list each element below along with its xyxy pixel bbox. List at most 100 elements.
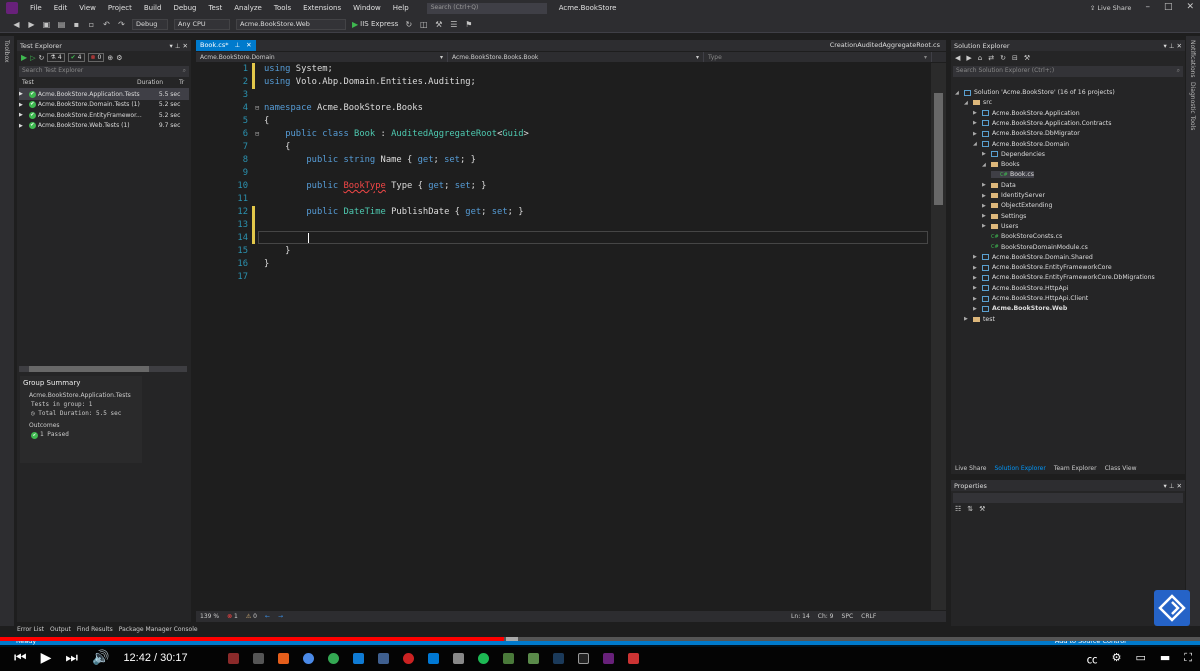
collapsed-arrow-icon[interactable]: ▶ <box>973 120 979 126</box>
solution-tree-item[interactable]: ▶ Users <box>982 223 1018 230</box>
expand-arrow-icon[interactable]: ▶ <box>19 102 23 108</box>
expanded-arrow-icon[interactable]: ◢ <box>955 90 961 96</box>
undo-icon[interactable]: ↶ <box>102 20 111 29</box>
solution-tree-item[interactable]: ▶ Acme.BookStore.EntityFrameworkCore.DbMi… <box>973 274 1155 281</box>
zoom-level[interactable]: 139 % <box>200 613 219 620</box>
theater-icon[interactable]: ▬ <box>1160 651 1170 667</box>
refresh-icon[interactable]: ↻ <box>404 20 413 29</box>
solution-tree-item[interactable]: ▶ test <box>964 316 995 323</box>
menu-test[interactable]: Test <box>202 4 228 12</box>
close-icon[interactable]: ✕ <box>183 42 188 50</box>
platform-select[interactable]: Any CPU <box>174 18 230 30</box>
code-editor[interactable]: 1 using System; 2 using Volo.Abp.Domain.En… <box>196 63 931 610</box>
collapsed-arrow-icon[interactable]: ▶ <box>982 193 988 199</box>
nav-back-icon[interactable]: ← <box>265 613 270 620</box>
type-nav-select[interactable]: Acme.BookStore.Books.Book ▾ <box>448 52 704 62</box>
scrollbar-thumb[interactable] <box>934 93 943 205</box>
solution-tree-item[interactable]: ▶ Settings <box>982 213 1026 220</box>
passed-tests-badge[interactable]: ✔ 4 <box>67 53 85 62</box>
solution-tree-item[interactable]: ▶ Acme.BookStore.HttpApi.Client <box>973 295 1088 302</box>
diagnostic-tools-tab[interactable]: Diagnostic Tools <box>1189 82 1196 130</box>
live-share-button[interactable]: ⇪ Live Share <box>1090 4 1132 12</box>
menu-debug[interactable]: Debug <box>167 4 202 12</box>
solution-tree-item[interactable]: C# BookStoreDomainModule.cs <box>982 244 1088 251</box>
tool-icon[interactable]: ⚒ <box>434 20 443 29</box>
next-icon[interactable]: ⏭ <box>65 650 78 666</box>
collapsed-arrow-icon[interactable]: ▶ <box>982 213 988 219</box>
tab-book-cs[interactable]: Book.cs* ⊥ ✕ <box>196 40 256 51</box>
solution-search-input[interactable]: Search Solution Explorer (Ctrl+;) ⌕ <box>953 66 1183 77</box>
expanded-arrow-icon[interactable]: ◢ <box>964 100 970 106</box>
settings-icon[interactable]: ⚙ <box>116 54 122 62</box>
menu-project[interactable]: Project <box>102 4 138 12</box>
pin-icon[interactable]: ⊥ <box>1169 42 1177 50</box>
minimize-icon[interactable]: – <box>1145 2 1150 12</box>
tab-output[interactable]: Output <box>50 626 71 636</box>
sync-icon[interactable]: ⇄ <box>988 54 994 62</box>
collapsed-arrow-icon[interactable]: ▶ <box>964 316 970 322</box>
volume-icon[interactable]: 🔊 <box>92 650 109 666</box>
close-tab-icon[interactable]: ✕ <box>246 41 251 50</box>
close-icon[interactable]: ✕ <box>1177 482 1182 490</box>
menu-analyze[interactable]: Analyze <box>228 4 268 12</box>
solution-tree-item[interactable]: ◢ Acme.BookStore.Domain <box>973 141 1069 148</box>
error-count-button[interactable]: ⊗ 1 <box>227 613 238 620</box>
save-icon[interactable]: ▪ <box>72 20 81 29</box>
collapse-icon[interactable]: ⊟ <box>255 128 259 141</box>
tab-find-results[interactable]: Find Results <box>77 626 113 636</box>
menu-build[interactable]: Build <box>138 4 168 12</box>
member-nav-select[interactable]: Type ▾ <box>704 52 932 62</box>
pin-icon[interactable]: ⊥ <box>1169 482 1177 490</box>
tab-live-share[interactable]: Live Share <box>951 464 990 474</box>
tab-creation-audited-aggregate-root[interactable]: CreationAuditedAggregateRoot.cs <box>824 40 946 51</box>
notifications-tab[interactable]: Notifications <box>1189 40 1196 78</box>
close-icon[interactable]: ✕ <box>1186 2 1194 12</box>
solution-tree-item[interactable]: C# Book.cs <box>991 171 1034 179</box>
collapsed-arrow-icon[interactable]: ▶ <box>973 306 979 312</box>
filter-icon[interactable]: ⊕ <box>107 54 113 62</box>
collapsed-arrow-icon[interactable]: ▶ <box>973 254 979 260</box>
comment-icon[interactable]: ☰ <box>449 20 458 29</box>
run-button[interactable]: ▶ IIS Express <box>352 20 398 29</box>
menu-view[interactable]: View <box>73 4 102 12</box>
run-all-icon[interactable]: ▶ <box>21 53 27 62</box>
test-row[interactable]: ▶ ✔ Acme.BookStore.EntityFramewor... 5.2 … <box>19 110 189 121</box>
test-row[interactable]: ▶ ✔ Acme.BookStore.Web.Tests (1) 9.7 sec <box>19 121 189 132</box>
collapsed-arrow-icon[interactable]: ▶ <box>973 110 979 116</box>
solution-tree-item[interactable]: ◢ src <box>964 99 992 106</box>
col-duration[interactable]: Duration <box>137 79 179 88</box>
collapsed-arrow-icon[interactable]: ▶ <box>973 275 979 281</box>
back-icon[interactable]: ◀ <box>955 54 960 62</box>
home-icon[interactable]: ⌂ <box>978 54 982 62</box>
solution-tree-item[interactable]: ▶ Acme.BookStore.Application <box>973 110 1080 117</box>
tab-error-list[interactable]: Error List <box>17 626 44 636</box>
fullscreen-icon[interactable]: ⛶ <box>1184 651 1192 667</box>
close-icon[interactable]: ✕ <box>1177 42 1182 50</box>
collapsed-arrow-icon[interactable]: ▶ <box>973 296 979 302</box>
expand-arrow-icon[interactable]: ▶ <box>19 123 23 129</box>
collapsed-arrow-icon[interactable]: ▶ <box>982 182 988 188</box>
solution-tree-item[interactable]: ▶ IdentityServer <box>982 192 1045 199</box>
collapsed-arrow-icon[interactable]: ▶ <box>973 131 979 137</box>
nav-forward-icon[interactable]: → <box>278 613 283 620</box>
test-row[interactable]: ▶ ✔ Acme.BookStore.Application.Tests 5.5 … <box>19 89 189 100</box>
video-progress-bar[interactable] <box>0 637 1200 641</box>
test-list-scrollbar[interactable] <box>19 366 187 372</box>
tab-class-view[interactable]: Class View <box>1101 464 1141 474</box>
scrollbar-thumb[interactable] <box>29 366 149 372</box>
miniplayer-icon[interactable]: ▭ <box>1135 651 1145 667</box>
tab-team-explorer[interactable]: Team Explorer <box>1050 464 1101 474</box>
menu-help[interactable]: Help <box>387 4 415 12</box>
captions-icon[interactable]: ㏄ <box>1087 651 1098 667</box>
maximize-icon[interactable]: □ <box>1164 2 1173 12</box>
categorized-icon[interactable]: ☷ <box>955 505 961 513</box>
collapsed-arrow-icon[interactable]: ▶ <box>973 285 979 291</box>
configuration-select[interactable]: Debug <box>132 18 168 30</box>
back-icon[interactable]: ◀ <box>12 20 21 29</box>
collapsed-arrow-icon[interactable]: ▶ <box>982 151 988 157</box>
expanded-arrow-icon[interactable]: ◢ <box>973 141 979 147</box>
collapsed-arrow-icon[interactable]: ▶ <box>982 203 988 209</box>
tab-solution-explorer[interactable]: Solution Explorer <box>990 464 1049 474</box>
startup-project-select[interactable]: Acme.BookStore.Web <box>236 18 346 30</box>
solution-tree-item[interactable]: ▶ Acme.BookStore.EntityFrameworkCore <box>973 264 1112 271</box>
